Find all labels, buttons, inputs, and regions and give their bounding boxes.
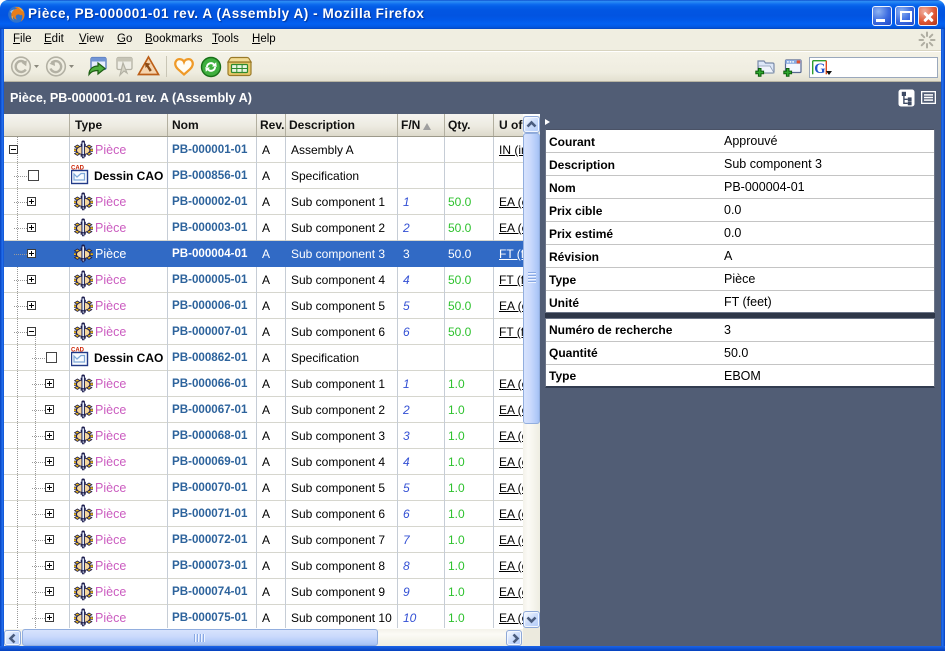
svg-text:G: G (814, 61, 825, 76)
